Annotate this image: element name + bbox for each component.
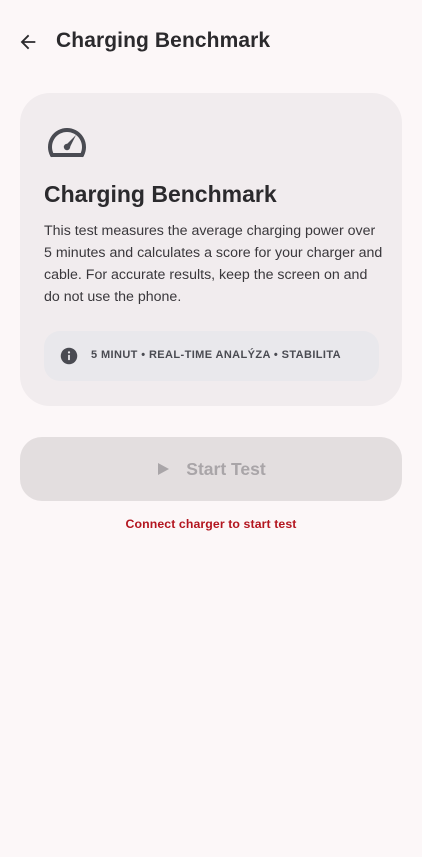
start-test-label: Start Test	[186, 458, 266, 479]
top-app-bar: Charging Benchmark	[0, 0, 422, 84]
arrow-left-icon	[20, 34, 36, 50]
charger-warning-text: Connect charger to start test	[125, 517, 297, 531]
info-icon	[60, 347, 78, 365]
page-title: Charging Benchmark	[56, 29, 271, 52]
card-title: Charging Benchmark	[44, 181, 277, 207]
benchmark-info-card: Charging Benchmark This test measures th…	[20, 93, 402, 406]
start-test-button[interactable]: Start Test	[20, 437, 402, 501]
back-button[interactable]	[10, 24, 46, 60]
play-icon	[158, 463, 170, 475]
info-text: 5 MINUT • REAL-TIME ANALÝZA • STABILITA	[91, 349, 342, 361]
card-description: This test measures the average charging …	[44, 223, 383, 305]
info-chip: 5 MINUT • REAL-TIME ANALÝZA • STABILITA	[44, 331, 379, 381]
speedometer-icon	[48, 128, 86, 157]
